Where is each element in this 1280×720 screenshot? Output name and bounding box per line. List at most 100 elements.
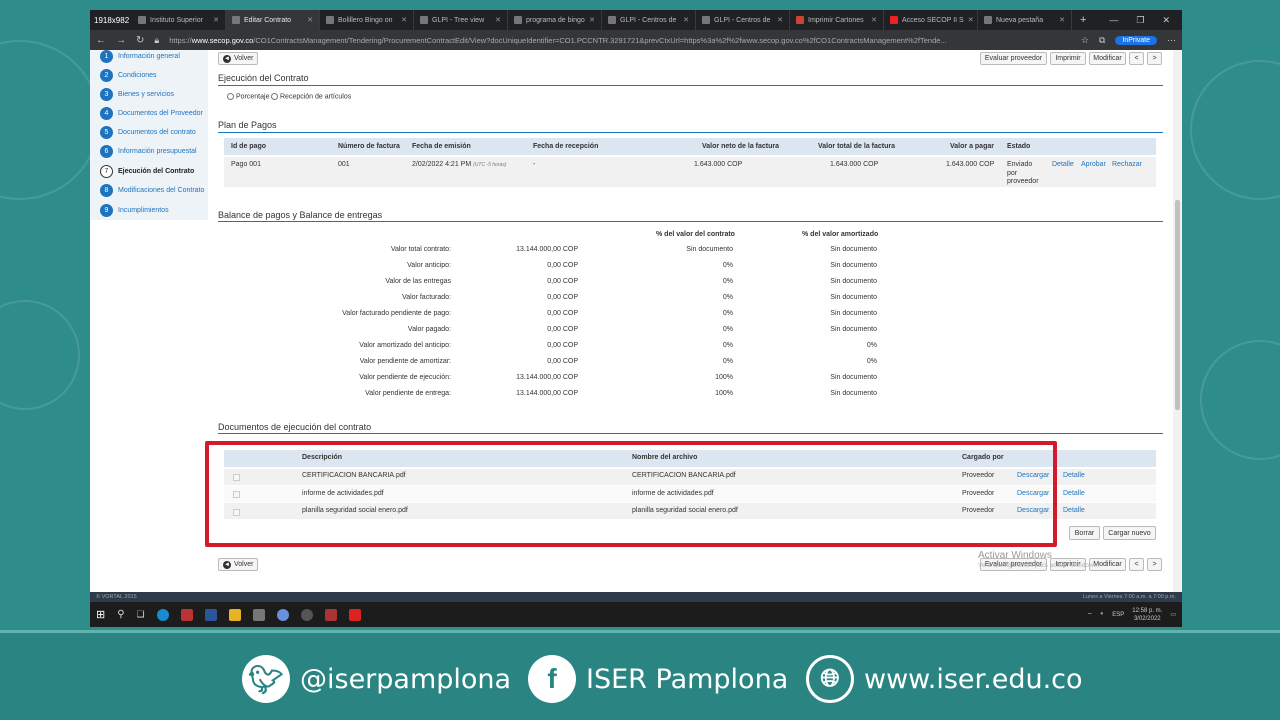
close-tab-icon[interactable]: ✕ — [867, 16, 877, 24]
balance-value: 0,00 COP — [547, 278, 578, 285]
word-icon[interactable] — [204, 608, 217, 621]
close-tab-icon[interactable]: ✕ — [491, 16, 501, 24]
browser-tab[interactable]: GLPI - Centros de ✕ — [696, 10, 790, 30]
clock[interactable]: 12:58 p. m. 3/02/2022 — [1132, 607, 1162, 623]
radio-icon[interactable] — [227, 93, 234, 100]
close-tab-icon[interactable]: ✕ — [1055, 16, 1065, 24]
cargar-nuevo-button[interactable]: Cargar nuevo — [1103, 526, 1156, 540]
tab-favicon-icon — [514, 16, 522, 24]
nav-step-incumplimientos[interactable]: 9 Incumplimientos — [100, 204, 169, 217]
close-tab-icon[interactable]: ✕ — [964, 16, 974, 24]
search-icon[interactable]: ⚲ — [117, 609, 124, 620]
refresh-icon[interactable]: ↻ — [136, 35, 144, 46]
imprimir-button[interactable]: Imprimir — [1050, 52, 1086, 65]
forward-icon[interactable]: → — [116, 35, 126, 46]
nav-step-ejecucion[interactable]: 7 Ejecución del Contrato — [100, 165, 194, 178]
nav-step-modificaciones[interactable]: 8 Modificaciones del Contrato — [100, 184, 204, 197]
language-indicator[interactable]: ESP — [1112, 612, 1124, 618]
nav-step-bienes[interactable]: 3 Bienes y servicios — [100, 88, 174, 101]
edge-icon[interactable] — [156, 608, 169, 621]
windows-taskbar: ⊞ ⚲ ❏ ⌔ 🔈︎ ESP 12:58 p. m. 3/02/2022 ▭ — [90, 602, 1182, 627]
balance-title: Balance de pagos y Balance de entregas — [218, 210, 383, 220]
browser-tab[interactable]: Imprimir Cartones ✕ — [790, 10, 884, 30]
browser-tab[interactable]: GLPI - Tree view ✕ — [414, 10, 508, 30]
balance-value: 13.144.000,00 COP — [516, 246, 578, 253]
balance-label: Valor pagado: — [407, 326, 451, 333]
plan-col-neto: Valor neto de la factura — [702, 143, 780, 150]
maximize-icon[interactable]: ❐ — [1136, 15, 1144, 26]
close-window-icon[interactable]: ✕ — [1162, 15, 1170, 26]
radio-icon[interactable] — [271, 93, 278, 100]
doc-detalle-link[interactable]: Detalle — [1063, 507, 1085, 514]
explorer-icon[interactable] — [228, 608, 241, 621]
app-icon[interactable] — [180, 608, 193, 621]
lock-icon[interactable]: 🔒︎ — [154, 35, 159, 46]
chrome-icon[interactable] — [276, 608, 289, 621]
nav-step-informacion-general[interactable]: 1 Información general — [100, 50, 180, 63]
browser-tab[interactable]: programa de bingo ✕ — [508, 10, 602, 30]
browser-tab[interactable]: Instituto Superior ✕ — [132, 10, 226, 30]
collections-icon[interactable]: ⧉ — [1099, 35, 1105, 46]
evaluar-proveedor-button[interactable]: Evaluar proveedor — [980, 52, 1047, 65]
favorites-icon[interactable]: ☆ — [1081, 35, 1089, 46]
browser-tab-active[interactable]: Editar Contrato ✕ — [226, 10, 320, 30]
section-divider — [218, 221, 1163, 222]
activate-windows-hint: Ve a Configuración para activar Windows. — [978, 562, 1099, 569]
close-tab-icon[interactable]: ✕ — [209, 16, 219, 24]
app-icon[interactable] — [324, 608, 337, 621]
modificar-button[interactable]: Modificar — [1089, 52, 1126, 65]
minimize-icon[interactable]: — — [1109, 15, 1118, 26]
close-tab-icon[interactable]: ✕ — [303, 16, 313, 24]
new-tab-icon[interactable]: + — [1072, 14, 1094, 26]
browser-tab[interactable]: GLPI - Centros de ✕ — [602, 10, 696, 30]
nav-step-documentos-proveedor[interactable]: 4 Documentos del Proveedor — [100, 107, 203, 120]
close-tab-icon[interactable]: ✕ — [773, 16, 783, 24]
inprivate-badge[interactable]: InPrivate — [1115, 35, 1157, 45]
notifications-icon[interactable]: ▭ — [1170, 611, 1176, 618]
url-field[interactable]: https://www.secop.gov.co/CO1ContractsMan… — [169, 36, 1071, 45]
pago-detalle-link[interactable]: Detalle — [1052, 161, 1074, 168]
nav-step-condiciones[interactable]: 2 Condiciones — [100, 69, 157, 82]
prev-button[interactable]: < — [1129, 52, 1144, 65]
step-label: Condiciones — [118, 72, 157, 79]
volume-icon[interactable]: 🔈︎ — [1101, 611, 1105, 618]
windows-start-icon[interactable]: ⊞ — [96, 608, 105, 621]
browser-tab[interactable]: Acceso SECOP II S ✕ — [884, 10, 978, 30]
next-button[interactable]: > — [1147, 52, 1162, 65]
network-icon[interactable]: ⌔ — [1087, 611, 1093, 619]
section-divider — [218, 132, 1163, 133]
pago-rechazar-link[interactable]: Rechazar — [1112, 161, 1142, 168]
scrollbar-thumb[interactable] — [1175, 200, 1180, 410]
back-icon[interactable]: ← — [96, 35, 106, 46]
option-porcentaje[interactable]: Porcentaje — [227, 93, 269, 100]
tab-favicon-icon — [608, 16, 616, 24]
option-recepcion[interactable]: Recepción de artículos — [271, 93, 351, 100]
arrow-left-icon: ◄ — [223, 54, 231, 63]
nav-step-presupuestal[interactable]: 6 Información presupuestal — [100, 145, 197, 158]
browser-tab[interactable]: Nueva pestaña ✕ — [978, 10, 1072, 30]
close-tab-icon[interactable]: ✕ — [585, 16, 595, 24]
browser-tab[interactable]: Bolillero Bingo on ✕ — [320, 10, 414, 30]
acrobat-icon[interactable] — [348, 608, 361, 621]
balance-label: Valor anticipo: — [407, 262, 451, 269]
task-view-icon[interactable]: ❏ — [137, 609, 145, 620]
page-scrollbar[interactable] — [1173, 50, 1182, 592]
volver-button-bottom[interactable]: ◄ Volver — [218, 558, 259, 571]
pago-aprobar-link[interactable]: Aprobar — [1081, 161, 1106, 168]
step-label: Documentos del Proveedor — [118, 110, 203, 117]
prev-button-bottom[interactable]: < — [1129, 558, 1144, 571]
app-icon[interactable] — [300, 608, 313, 621]
documentos-title: Documentos de ejecución del contrato — [218, 422, 372, 432]
close-tab-icon[interactable]: ✕ — [397, 16, 407, 24]
doc-detalle-link[interactable]: Detalle — [1063, 490, 1085, 497]
doc-detalle-link[interactable]: Detalle — [1063, 472, 1085, 479]
copyright-text: © VORTAL 2015 — [96, 594, 137, 600]
close-tab-icon[interactable]: ✕ — [679, 16, 689, 24]
volver-button[interactable]: ◄ Volver — [218, 52, 259, 65]
balance-col-amortizado: % del valor amortizado — [802, 231, 879, 238]
borrar-button[interactable]: Borrar — [1069, 526, 1100, 540]
app-icon[interactable] — [252, 608, 265, 621]
nav-step-documentos-contrato[interactable]: 5 Documentos del contrato — [100, 126, 196, 139]
next-button-bottom[interactable]: > — [1147, 558, 1162, 571]
menu-icon[interactable]: ⋯ — [1167, 35, 1176, 46]
